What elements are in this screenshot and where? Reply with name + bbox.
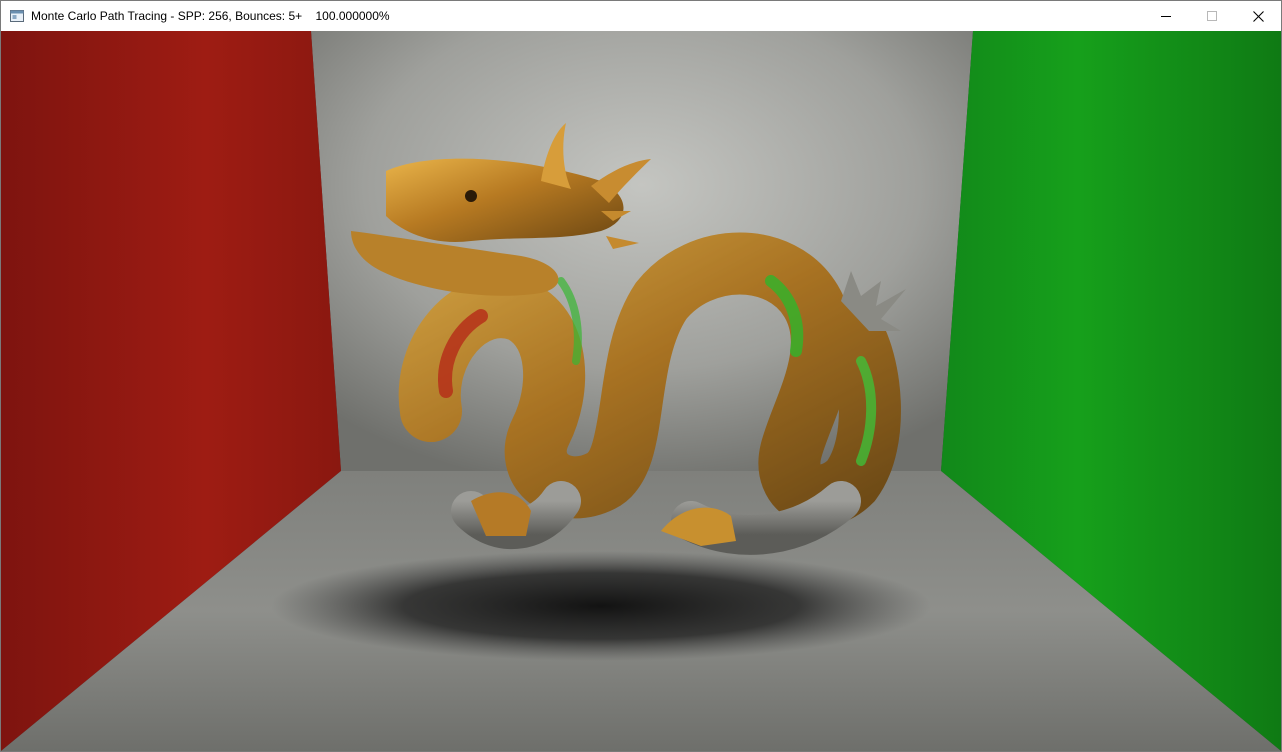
rendered-image [1,31,1281,751]
render-viewport[interactable] [1,31,1281,751]
minimize-icon [1161,16,1171,17]
caption-buttons [1143,1,1281,31]
app-window: Monte Carlo Path Tracing - SPP: 256, Bou… [0,0,1282,752]
close-button[interactable] [1235,1,1281,31]
title-bar[interactable]: Monte Carlo Path Tracing - SPP: 256, Bou… [1,1,1281,31]
dragon-shadow [271,551,931,661]
maximize-button[interactable] [1189,1,1235,31]
window-app-icon[interactable] [9,8,25,24]
close-icon [1252,10,1264,22]
window-title: Monte Carlo Path Tracing - SPP: 256, Bou… [31,9,390,23]
maximize-icon [1207,11,1217,21]
minimize-button[interactable] [1143,1,1189,31]
